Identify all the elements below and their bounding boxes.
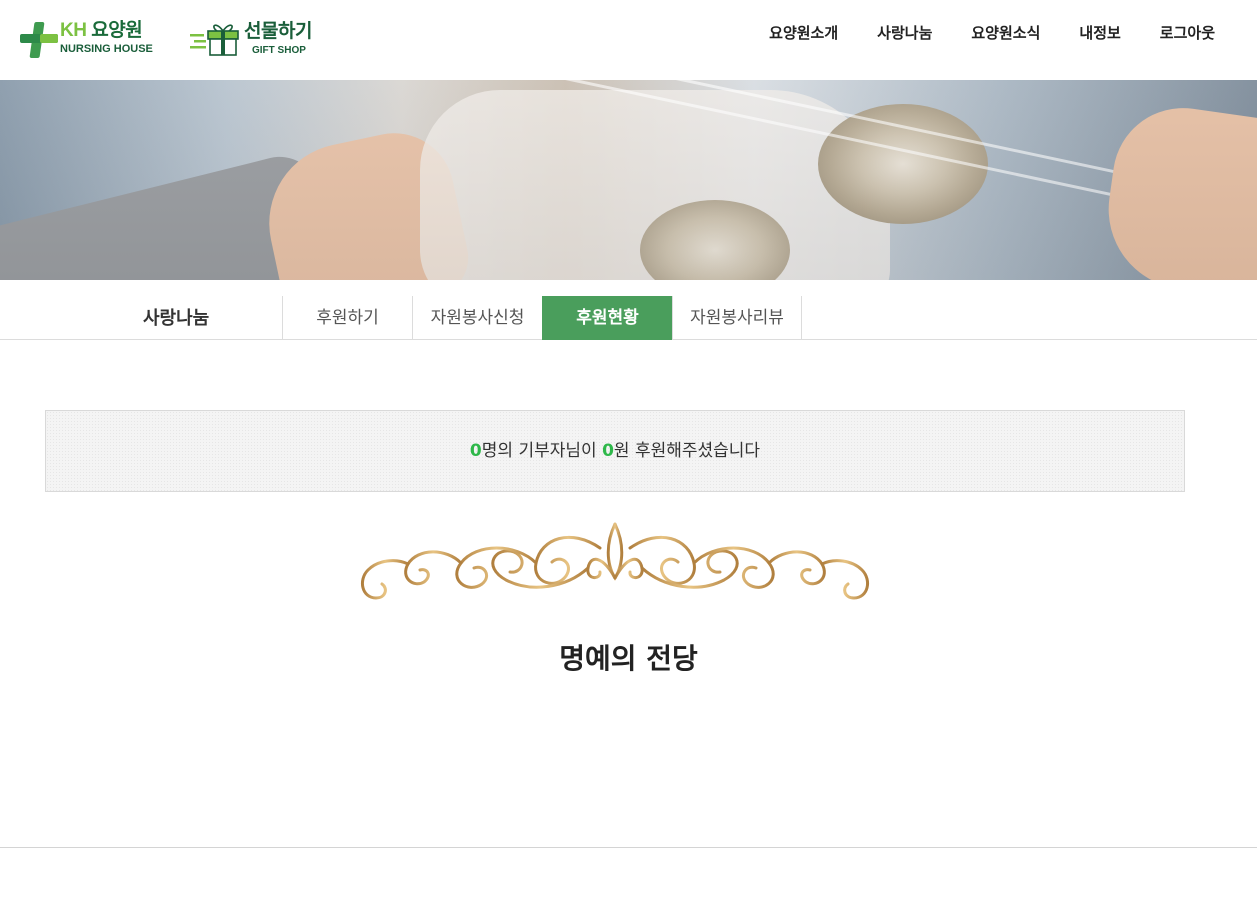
site-header: KH 요양원 NURSING HOUSE 선물하기 GIFT SHOP 요양원소…	[0, 0, 1257, 80]
logo-brand-prefix: KH	[60, 20, 87, 41]
gift-shop-title: 선물하기	[244, 21, 312, 42]
tab-donation-status[interactable]: 후원현황	[542, 296, 672, 340]
logo-subtitle: NURSING HOUSE	[60, 43, 153, 55]
gift-box-icon	[190, 24, 239, 56]
tab-donate[interactable]: 후원하기	[282, 296, 412, 340]
hero-banner-image	[0, 80, 1257, 280]
tab-volunteer-apply[interactable]: 자원봉사신청	[412, 296, 542, 340]
nav-item-logout[interactable]: 로그아웃	[1160, 22, 1215, 44]
sub-tabs: 후원하기 자원봉사신청 후원현황 자원봉사리뷰	[282, 296, 802, 340]
nav-item-about[interactable]: 요양원소개	[769, 22, 838, 44]
main-navigation: 요양원소개 사랑나눔 요양원소식 내정보 로그아웃	[730, 22, 1215, 44]
donation-summary-box: 0명의 기부자님이 0원 후원해주셨습니다	[45, 410, 1185, 492]
section-title: 사랑나눔	[143, 308, 210, 329]
donor-count-text: 명의 기부자님이	[481, 441, 603, 461]
medical-cross-icon	[20, 20, 60, 60]
nav-item-sharing[interactable]: 사랑나눔	[877, 22, 932, 44]
kh-nursing-house-logo[interactable]: KH 요양원 NURSING HOUSE	[20, 20, 153, 60]
ornament-flourish-icon	[360, 522, 870, 600]
sub-navigation: 사랑나눔 후원하기 자원봉사신청 후원현황 자원봉사리뷰	[0, 296, 1257, 340]
donation-amount: 0	[602, 441, 614, 461]
nav-item-my-info[interactable]: 내정보	[1079, 22, 1120, 44]
footer-divider	[0, 847, 1257, 848]
donation-amount-text: 원 후원해주셨습니다	[613, 441, 761, 461]
donor-count: 0	[469, 441, 482, 461]
logo-brand-name: 요양원	[91, 20, 143, 41]
hall-of-fame-title: 명예의 전당	[559, 642, 698, 675]
gift-shop-subtitle: GIFT SHOP	[252, 45, 306, 56]
nav-item-news[interactable]: 요양원소식	[971, 22, 1040, 44]
tab-volunteer-review[interactable]: 자원봉사리뷰	[672, 296, 802, 340]
